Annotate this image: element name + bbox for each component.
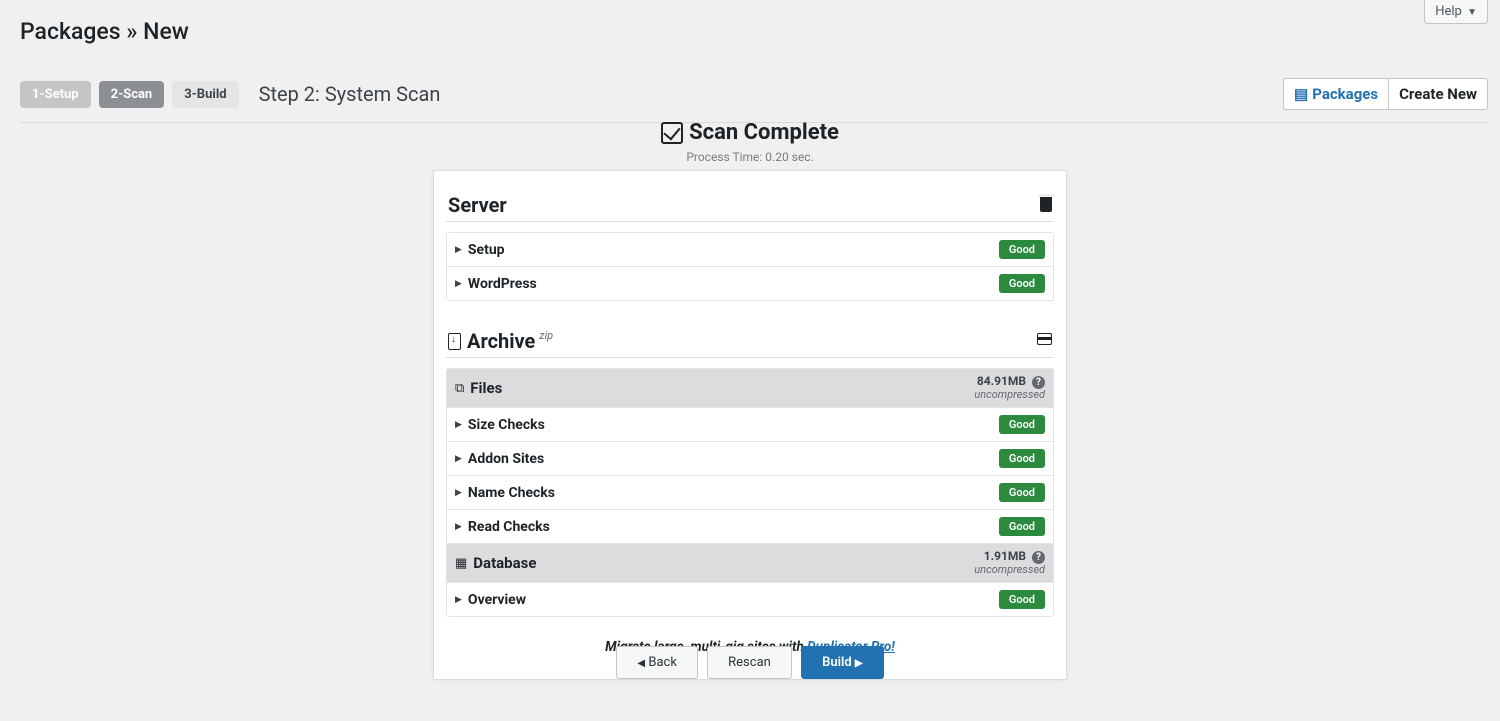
database-meta: 1.91MB ? uncompressed: [974, 550, 1045, 576]
files-note: uncompressed: [974, 389, 1045, 401]
top-right-nav: ▤Packages Create New: [1283, 78, 1488, 110]
row-size-checks[interactable]: ▶ Size Checks Good: [447, 408, 1053, 442]
server-list: ▶ Setup Good ▶ WordPress Good: [446, 232, 1054, 301]
row-read-checks-label: Read Checks: [468, 519, 550, 535]
create-new-link[interactable]: Create New: [1388, 78, 1488, 110]
help-label: Help: [1435, 4, 1462, 19]
packages-link[interactable]: ▤Packages: [1283, 78, 1388, 110]
triangle-left-icon: ◀: [637, 658, 645, 669]
step-3-build[interactable]: 3-Build: [172, 81, 238, 108]
archive-list: ⧉ Files 84.91MB ? uncompressed ▶ Size Ch…: [446, 368, 1054, 617]
row-overview[interactable]: ▶ Overview Good: [447, 583, 1053, 616]
row-setup-label: Setup: [468, 242, 505, 258]
caret-right-icon: ▶: [455, 595, 462, 605]
server-icon: [1040, 195, 1052, 216]
archive-section-head: Archive zip: [446, 323, 1054, 358]
back-label: Back: [648, 655, 677, 670]
archive-file-icon: [448, 333, 461, 350]
caret-right-icon: ▶: [455, 522, 462, 532]
caret-right-icon: ▶: [455, 245, 462, 255]
row-read-checks[interactable]: ▶ Read Checks Good: [447, 510, 1053, 544]
caret-right-icon: ▶: [455, 420, 462, 430]
archive-heading: Archive: [467, 329, 535, 353]
row-wordpress[interactable]: ▶ WordPress Good: [447, 267, 1053, 300]
status-badge: Good: [999, 517, 1045, 536]
status-badge: Good: [999, 590, 1045, 609]
back-button[interactable]: ◀ Back: [616, 646, 698, 679]
rescan-label: Rescan: [728, 655, 771, 670]
status-badge: Good: [999, 415, 1045, 434]
status-badge: Good: [999, 274, 1045, 293]
files-heading: Files: [470, 379, 502, 397]
triangle-right-icon: ▶: [855, 658, 863, 669]
scan-panel: Server ▶ Setup Good ▶ WordPress Good Arc…: [433, 170, 1067, 680]
rescan-button[interactable]: Rescan: [707, 646, 792, 679]
caret-right-icon: ▶: [455, 488, 462, 498]
process-time: Process Time: 0.20 sec.: [0, 150, 1500, 164]
step-1-setup[interactable]: 1-Setup: [20, 81, 91, 108]
caret-right-icon: ▶: [455, 279, 462, 289]
server-heading: Server: [448, 193, 507, 217]
row-name-checks[interactable]: ▶ Name Checks Good: [447, 476, 1053, 510]
database-note: uncompressed: [974, 564, 1045, 576]
database-subhead: ▦ Database 1.91MB ? uncompressed: [447, 544, 1053, 583]
packages-label: Packages: [1312, 85, 1378, 103]
action-row: ◀ Back Rescan Build ▶: [0, 646, 1500, 679]
build-label: Build: [822, 655, 852, 670]
row-addon-sites-label: Addon Sites: [468, 451, 544, 467]
help-tab[interactable]: Help ▼: [1424, 0, 1488, 24]
row-name-checks-label: Name Checks: [468, 485, 555, 501]
files-size: 84.91MB: [977, 374, 1026, 388]
row-setup[interactable]: ▶ Setup Good: [447, 233, 1053, 267]
checkbox-complete-icon: [661, 122, 683, 144]
status-badge: Good: [999, 449, 1045, 468]
row-wordpress-label: WordPress: [468, 276, 537, 292]
packages-icon: ▤: [1294, 85, 1308, 103]
status-badge: Good: [999, 240, 1045, 259]
scan-header: Scan Complete Process Time: 0.20 sec.: [0, 120, 1500, 164]
row-overview-label: Overview: [468, 592, 526, 608]
files-meta: 84.91MB ? uncompressed: [974, 375, 1045, 401]
step-2-scan[interactable]: 2-Scan: [99, 81, 165, 108]
row-size-checks-label: Size Checks: [468, 417, 545, 433]
server-section-head: Server: [446, 187, 1054, 222]
chevron-down-icon: ▼: [1467, 7, 1477, 18]
build-button[interactable]: Build ▶: [801, 646, 884, 679]
status-badge: Good: [999, 483, 1045, 502]
step-title: Step 2: System Scan: [259, 82, 441, 106]
scan-complete-title: Scan Complete: [689, 120, 839, 145]
files-subhead: ⧉ Files 84.91MB ? uncompressed: [447, 369, 1053, 408]
copy-icon: ⧉: [455, 381, 464, 396]
page-title: Packages » New: [20, 18, 189, 45]
database-heading: Database: [473, 554, 536, 572]
card-icon: [1037, 333, 1052, 349]
database-size: 1.91MB: [984, 549, 1026, 563]
database-table-icon: ▦: [455, 556, 467, 571]
step-toolbar: 1-Setup 2-Scan 3-Build Step 2: System Sc…: [20, 78, 1488, 123]
archive-format: zip: [539, 329, 553, 342]
row-addon-sites[interactable]: ▶ Addon Sites Good: [447, 442, 1053, 476]
caret-right-icon: ▶: [455, 454, 462, 464]
